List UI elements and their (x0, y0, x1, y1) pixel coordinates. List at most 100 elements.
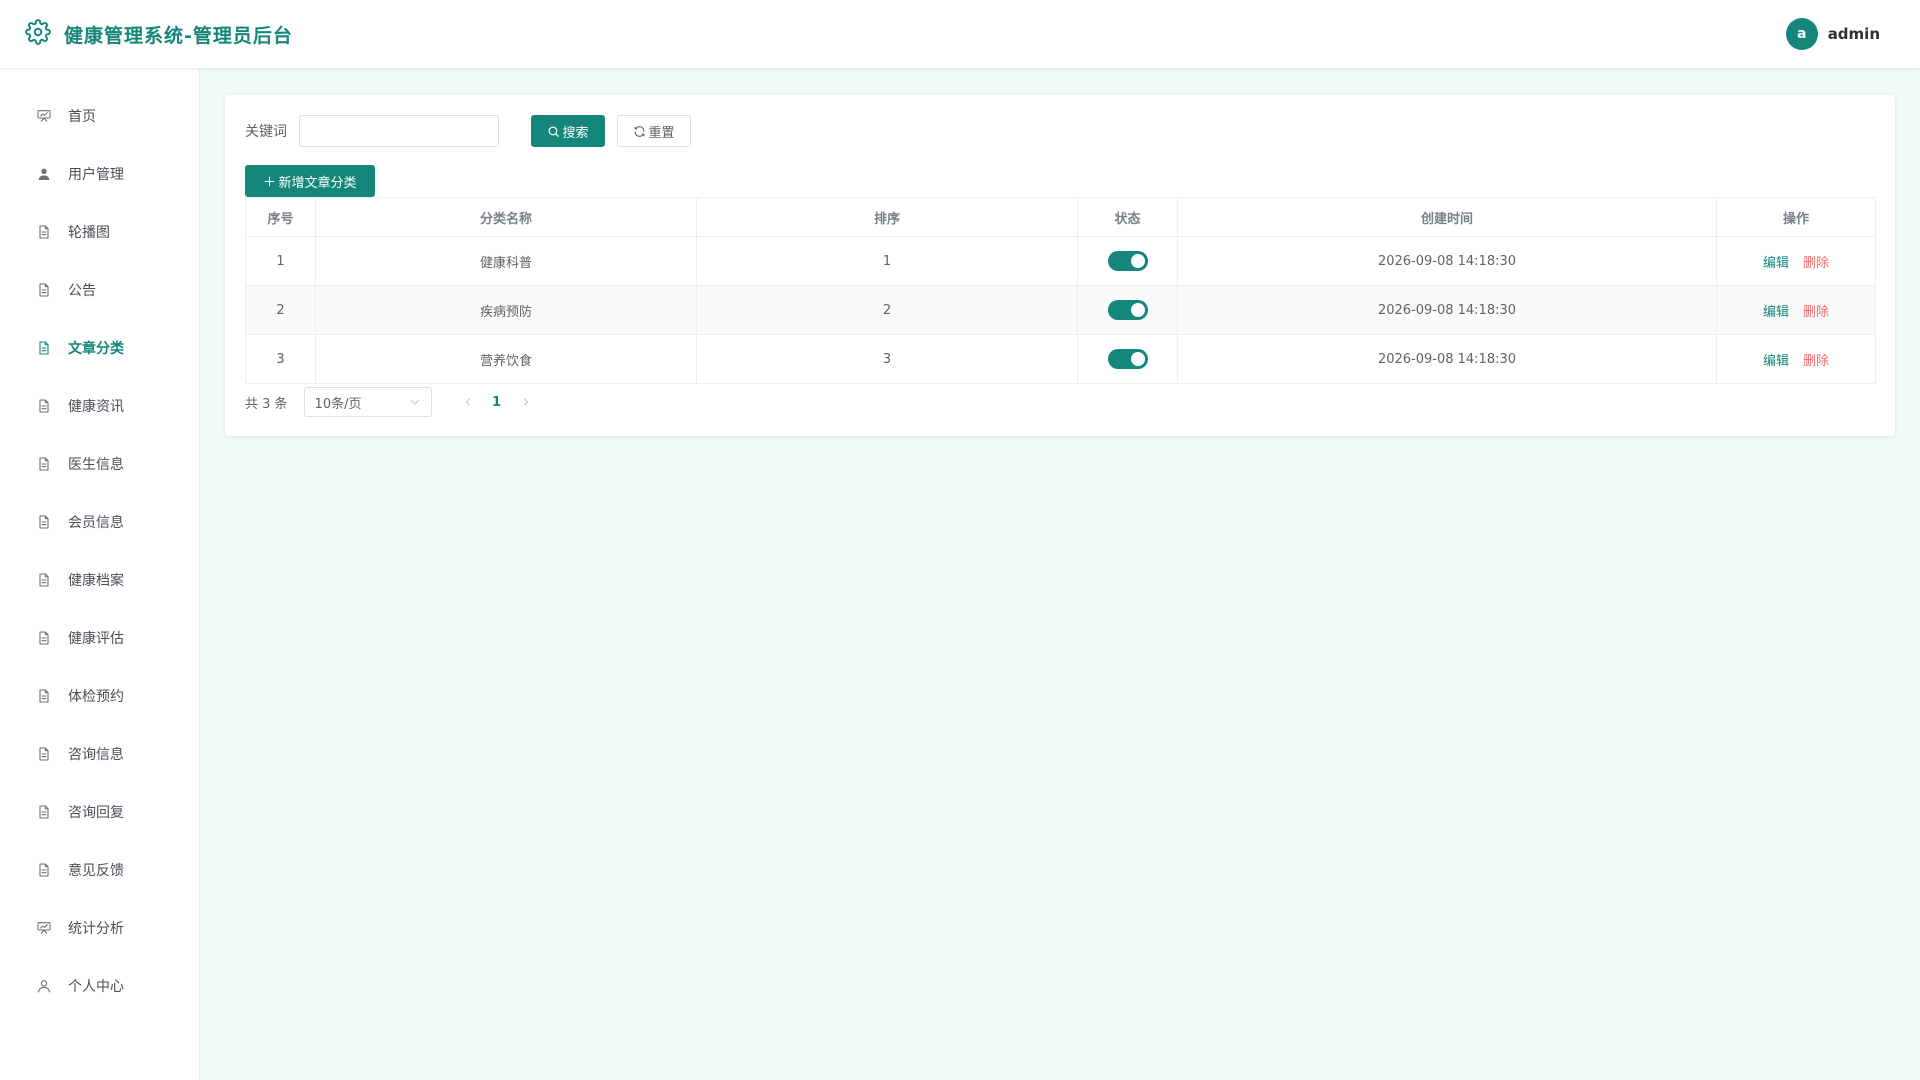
table-row: 1 健康科普 1 2026-09-08 14:18:30 编辑 删除 (245, 236, 1876, 286)
cell-actions: 编辑 删除 (1716, 334, 1876, 384)
delete-button[interactable]: 删除 (1803, 256, 1829, 271)
status-toggle[interactable] (1107, 251, 1148, 271)
sidebar-item-label: 健康评估 (68, 631, 124, 647)
logo: 健康管理系统-管理员后台 (25, 19, 293, 49)
cell-created: 2026-09-08 14:18:30 (1177, 236, 1717, 286)
table-header-row: 序号 分类名称 排序 状态 创建时间 操作 (245, 197, 1876, 237)
sidebar-item-9[interactable]: 健康评估 (0, 609, 199, 667)
prev-page-button[interactable] (454, 388, 482, 416)
search-button[interactable]: 搜索 (531, 115, 605, 147)
column-header-name: 分类名称 (315, 197, 697, 237)
sidebar-item-label: 公告 (68, 283, 96, 299)
gear-icon (25, 19, 51, 49)
sidebar-item-label: 体检预约 (68, 689, 124, 705)
column-header-actions: 操作 (1716, 197, 1876, 237)
sidebar-item-label: 会员信息 (68, 515, 124, 531)
edit-button[interactable]: 编辑 (1763, 256, 1789, 271)
sidebar-item-11[interactable]: 咨询信息 (0, 725, 199, 783)
column-header-sort: 排序 (696, 197, 1078, 237)
plus-icon (265, 176, 275, 186)
sidebar-item-12[interactable]: 咨询回复 (0, 783, 199, 841)
document-icon (35, 455, 53, 473)
sidebar-item-label: 统计分析 (68, 921, 124, 937)
column-header-index: 序号 (245, 197, 316, 237)
sidebar-item-13[interactable]: 意见反馈 (0, 841, 199, 899)
next-page-button[interactable] (512, 388, 540, 416)
document-icon (35, 745, 53, 763)
document-icon (35, 339, 53, 357)
cell-status (1077, 285, 1178, 335)
document-icon (35, 803, 53, 821)
document-icon (35, 687, 53, 705)
cell-actions: 编辑 删除 (1716, 285, 1876, 335)
cell-status (1077, 334, 1178, 384)
app-title: 健康管理系统-管理员后台 (64, 24, 293, 47)
sidebar-item-5[interactable]: 健康资讯 (0, 377, 199, 435)
cell-index: 2 (245, 285, 316, 335)
sidebar-item-2[interactable]: 轮播图 (0, 203, 199, 261)
sidebar-item-0[interactable]: 首页 (0, 87, 199, 145)
cell-index: 3 (245, 334, 316, 384)
page-number-current[interactable]: 1 (482, 388, 512, 416)
sidebar-item-3[interactable]: 公告 (0, 261, 199, 319)
document-icon (35, 629, 53, 647)
sidebar: 首页用户管理 轮播图公告文章分类健康资讯医生信息会员信息健康档案健康评估体检预约咨… (0, 69, 200, 1080)
presentation-icon (35, 919, 53, 937)
sidebar-item-14[interactable]: 统计分析 (0, 899, 199, 957)
username[interactable]: admin (1828, 25, 1880, 43)
column-header-status: 状态 (1077, 197, 1178, 237)
reset-button-label: 重置 (648, 125, 675, 141)
status-toggle[interactable] (1107, 349, 1148, 369)
category-table: 序号 分类名称 排序 状态 创建时间 操作 1 健康科普 1 2026-09-08 1… (245, 197, 1876, 384)
presentation-icon (35, 107, 53, 125)
delete-button[interactable]: 删除 (1803, 305, 1829, 320)
cell-index: 1 (245, 236, 316, 286)
cell-status (1077, 236, 1178, 286)
sidebar-item-8[interactable]: 健康档案 (0, 551, 199, 609)
search-button-label: 搜索 (562, 125, 589, 141)
total-count: 共 3 条 (245, 396, 288, 412)
document-icon (35, 571, 53, 589)
cell-created: 2026-09-08 14:18:30 (1177, 334, 1717, 384)
column-header-created: 创建时间 (1177, 197, 1717, 237)
table-row: 2 疾病预防 2 2026-09-08 14:18:30 编辑 删除 (245, 285, 1876, 335)
sidebar-item-label: 健康资讯 (68, 399, 124, 415)
keyword-input[interactable] (299, 115, 499, 147)
sidebar-item-7[interactable]: 会员信息 (0, 493, 199, 551)
keyword-label: 关键词 (245, 124, 287, 140)
cell-created: 2026-09-08 14:18:30 (1177, 285, 1717, 335)
sidebar-item-1[interactable]: 用户管理 (0, 145, 199, 203)
edit-button[interactable]: 编辑 (1763, 305, 1789, 320)
page-size-select[interactable]: 10条/页 (303, 387, 432, 417)
page-size-value: 10条/页 (314, 396, 362, 412)
status-toggle[interactable] (1107, 300, 1148, 320)
reset-button[interactable]: 重置 (617, 115, 691, 147)
cell-name: 健康科普 (315, 236, 697, 286)
user-menu[interactable]: a admin (1785, 18, 1880, 50)
sidebar-item-10[interactable]: 体检预约 (0, 667, 199, 725)
cell-actions: 编辑 删除 (1716, 236, 1876, 286)
table-body: 1 健康科普 1 2026-09-08 14:18:30 编辑 删除 2 疾病预防 2 2026-… (245, 236, 1876, 384)
pagination: 共 3 条 10条/页 1 (245, 387, 540, 417)
chevron-right-icon (523, 398, 528, 406)
user-filled-icon (35, 165, 53, 183)
document-icon (35, 861, 53, 879)
delete-button[interactable]: 删除 (1803, 354, 1829, 369)
user-icon (35, 977, 53, 995)
chevron-left-icon (465, 398, 470, 406)
sidebar-item-label: 文章分类 (68, 341, 124, 357)
sidebar-item-label: 意见反馈 (68, 863, 124, 879)
sidebar-item-label: 首页 (68, 109, 96, 125)
document-icon (35, 281, 53, 299)
document-icon (35, 223, 53, 241)
sidebar-item-6[interactable]: 医生信息 (0, 435, 199, 493)
add-category-button[interactable]: 新增文章分类 (245, 165, 375, 197)
sidebar-item-15[interactable]: 个人中心 (0, 957, 199, 1015)
toggle-knob (1130, 303, 1145, 317)
cell-sort: 3 (696, 334, 1078, 384)
avatar[interactable]: a (1785, 18, 1818, 50)
sidebar-item-label: 健康档案 (68, 573, 124, 589)
sidebar-item-4[interactable]: 文章分类 (0, 319, 199, 377)
edit-button[interactable]: 编辑 (1763, 354, 1789, 369)
cell-name: 疾病预防 (315, 285, 697, 335)
